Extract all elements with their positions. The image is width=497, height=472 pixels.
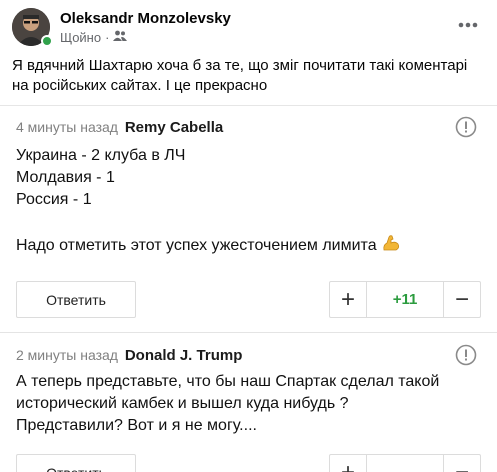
vote-control: + − (329, 454, 481, 472)
meta-separator: · (105, 29, 110, 45)
comment-username[interactable]: Remy Cabella (125, 119, 223, 136)
comment-line: исторический камбек и вышел куда нибудь … (16, 395, 349, 412)
vote-score (367, 455, 443, 472)
post-author[interactable]: Oleksandr Monzolevsky (60, 9, 231, 28)
report-icon[interactable] (455, 344, 477, 366)
more-options-icon[interactable] (457, 14, 479, 36)
vote-score: +11 (392, 291, 418, 308)
comment-header: 4 минуты назад Remy Cabella (16, 118, 223, 137)
comment-username[interactable]: Donald J. Trump (125, 347, 243, 364)
comment-divider (0, 332, 497, 333)
comment-line: Представили? Вот и я не могу.... (16, 417, 257, 434)
reply-button[interactable]: Ответить (16, 454, 136, 472)
upvote-button[interactable]: + (330, 455, 367, 472)
post-header: Oleksandr Monzolevsky Щойно · (12, 6, 231, 48)
friends-icon[interactable] (113, 30, 128, 46)
reply-button[interactable]: Ответить (16, 281, 136, 318)
comment-line: А теперь представьте, что бы наш Спартак… (16, 373, 440, 390)
report-icon[interactable] (455, 116, 477, 138)
downvote-button[interactable]: − (443, 282, 480, 317)
post-time[interactable]: Щойно (60, 30, 101, 46)
upvote-button[interactable]: + (330, 282, 367, 317)
comment-time: 2 минуты назад (16, 347, 118, 363)
flexed-biceps-icon (381, 233, 401, 260)
comment-line-with-emoji: Надо отметить этот успех ужесточением ли… (16, 233, 401, 260)
online-status-indicator (41, 35, 53, 47)
comment-body: А теперь представьте, что бы наш Спартак… (16, 371, 439, 437)
comment-line (16, 211, 401, 233)
post-meta: Щойно · (60, 30, 231, 46)
comment-line: Молдавия - 1 (16, 169, 115, 186)
comment-line: Надо отметить этот успех ужесточением ли… (16, 237, 377, 254)
comment-body: Украина - 2 клуба в ЛЧ Молдавия - 1 Росс… (16, 145, 401, 260)
comment-line: Россия - 1 (16, 191, 92, 208)
comments-screenshot: 4 минуты назад Remy Cabella Украина - 2 … (0, 105, 497, 472)
comment-time: 4 минуты назад (16, 119, 118, 135)
vote-control: + +11 − (329, 281, 481, 318)
post-text: Я вдячний Шахтарю хоча б за те, що зміг … (12, 57, 468, 94)
downvote-button[interactable]: − (443, 455, 480, 472)
comment-header: 2 минуты назад Donald J. Trump (16, 346, 242, 365)
comment-line: Украина - 2 клуба в ЛЧ (16, 147, 186, 164)
